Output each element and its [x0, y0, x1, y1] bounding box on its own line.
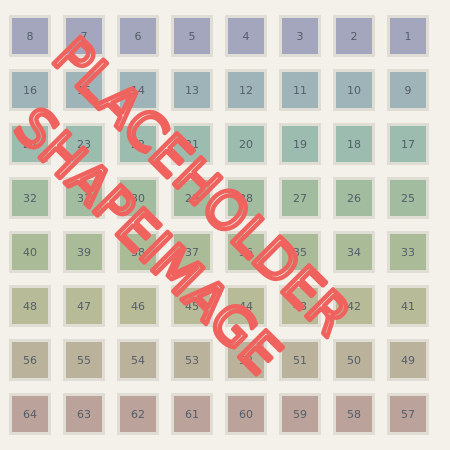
- tile[interactable]: 44: [225, 285, 267, 327]
- tile[interactable]: 60: [225, 393, 267, 435]
- tile[interactable]: 7: [63, 15, 105, 57]
- tile[interactable]: 59: [279, 393, 321, 435]
- tile[interactable]: 17: [387, 123, 429, 165]
- tile[interactable]: 39: [63, 231, 105, 273]
- tile[interactable]: 12: [225, 69, 267, 111]
- tile[interactable]: 4: [225, 15, 267, 57]
- tile[interactable]: 32: [9, 177, 51, 219]
- tile[interactable]: 10: [333, 69, 375, 111]
- tile[interactable]: 35: [279, 231, 321, 273]
- tile[interactable]: 23: [63, 123, 105, 165]
- tile[interactable]: 21: [171, 123, 213, 165]
- tile[interactable]: 27: [279, 177, 321, 219]
- tile[interactable]: 52: [225, 339, 267, 381]
- tile[interactable]: 28: [225, 177, 267, 219]
- tile[interactable]: 64: [9, 393, 51, 435]
- tile[interactable]: 5: [171, 15, 213, 57]
- tile[interactable]: 40: [9, 231, 51, 273]
- tile[interactable]: 18: [333, 123, 375, 165]
- tile[interactable]: 48: [9, 285, 51, 327]
- tile[interactable]: 55: [63, 339, 105, 381]
- tile[interactable]: 45: [171, 285, 213, 327]
- tile[interactable]: 24: [9, 123, 51, 165]
- tile[interactable]: 41: [387, 285, 429, 327]
- tile[interactable]: 42: [333, 285, 375, 327]
- tile[interactable]: 49: [387, 339, 429, 381]
- tile[interactable]: 2: [333, 15, 375, 57]
- tile[interactable]: 1: [387, 15, 429, 57]
- tile[interactable]: 14: [117, 69, 159, 111]
- tile[interactable]: 62: [117, 393, 159, 435]
- tile[interactable]: 8: [9, 15, 51, 57]
- tile[interactable]: 34: [333, 231, 375, 273]
- tile[interactable]: 33: [387, 231, 429, 273]
- tile[interactable]: 53: [171, 339, 213, 381]
- tile[interactable]: 9: [387, 69, 429, 111]
- tile[interactable]: 56: [9, 339, 51, 381]
- tile[interactable]: 61: [171, 393, 213, 435]
- tile[interactable]: 36: [225, 231, 267, 273]
- tile[interactable]: 46: [117, 285, 159, 327]
- tile[interactable]: 63: [63, 393, 105, 435]
- tile[interactable]: 22: [117, 123, 159, 165]
- tile[interactable]: 15: [63, 69, 105, 111]
- tile[interactable]: 3: [279, 15, 321, 57]
- tile[interactable]: 6: [117, 15, 159, 57]
- tile[interactable]: 30: [117, 177, 159, 219]
- tile[interactable]: 13: [171, 69, 213, 111]
- tile[interactable]: 58: [333, 393, 375, 435]
- tile[interactable]: 57: [387, 393, 429, 435]
- tile[interactable]: 25: [387, 177, 429, 219]
- tile[interactable]: 47: [63, 285, 105, 327]
- tile[interactable]: 26: [333, 177, 375, 219]
- tile[interactable]: 50: [333, 339, 375, 381]
- tile-grid: 8 7 6 5 4 3 2 1 16 15 14 13 12 11 10 9 24 23 22 21 20 19 18 17 3…: [9, 15, 437, 443]
- tile[interactable]: 20: [225, 123, 267, 165]
- tile[interactable]: 38: [117, 231, 159, 273]
- tile[interactable]: 51: [279, 339, 321, 381]
- tile[interactable]: 54: [117, 339, 159, 381]
- tile[interactable]: 16: [9, 69, 51, 111]
- tile[interactable]: 11: [279, 69, 321, 111]
- tile[interactable]: 43: [279, 285, 321, 327]
- tile[interactable]: 29: [171, 177, 213, 219]
- tile[interactable]: 31: [63, 177, 105, 219]
- tile[interactable]: 19: [279, 123, 321, 165]
- tile[interactable]: 37: [171, 231, 213, 273]
